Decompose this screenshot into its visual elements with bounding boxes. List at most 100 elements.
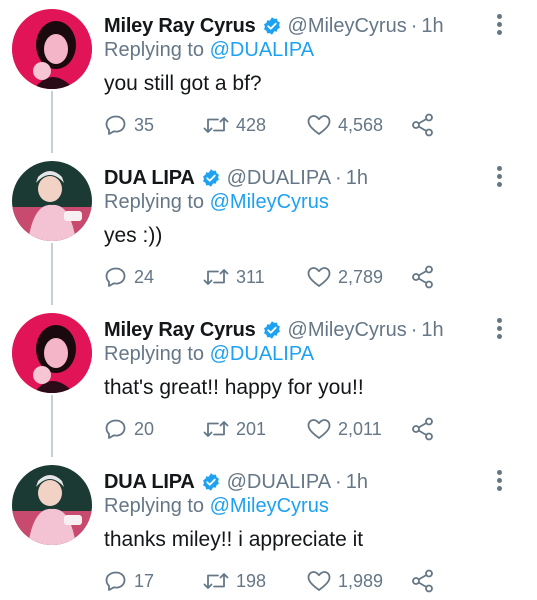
verified-badge-icon	[263, 321, 280, 339]
share-button[interactable]	[410, 264, 442, 290]
replying-to: Replying to @DUALIPA	[104, 343, 314, 366]
avatar[interactable]	[12, 465, 92, 545]
reply-count: 24	[134, 266, 155, 287]
reply-icon	[105, 419, 126, 439]
more-options-icon[interactable]	[493, 318, 505, 342]
heart-icon	[307, 571, 331, 591]
tweet-actions: 35 428 4,568	[104, 112, 464, 138]
like-count: 2,011	[338, 418, 382, 439]
reply-count: 17	[134, 570, 155, 591]
verified-badge-icon	[263, 17, 280, 35]
handle[interactable]: @MileyCyrus	[288, 15, 407, 38]
replying-prefix: Replying to	[104, 191, 205, 213]
timestamp[interactable]: 1h	[346, 471, 368, 494]
reply-button[interactable]: 24	[104, 264, 154, 290]
like-button[interactable]: 2,789	[306, 264, 383, 290]
replying-prefix: Replying to	[104, 495, 205, 517]
like-button[interactable]: 1,989	[306, 568, 383, 594]
like-count: 2,789	[338, 266, 384, 287]
replying-mention-link[interactable]: @DUALIPA	[210, 343, 314, 365]
replying-to: Replying to @DUALIPA	[104, 39, 314, 62]
verified-badge-icon	[202, 473, 219, 491]
heart-icon	[307, 267, 331, 287]
avatar[interactable]	[12, 313, 92, 393]
separator: ·	[410, 14, 418, 37]
retweet-icon	[203, 573, 229, 589]
replying-mention-link[interactable]: @DUALIPA	[210, 39, 314, 61]
avatar[interactable]	[12, 161, 92, 241]
tweet-actions: 20 201 2,011	[104, 416, 464, 442]
separator: ·	[335, 470, 342, 493]
tweet[interactable]: DUA LIPA @DUALIPA · 1h Replying to @Mile…	[0, 456, 537, 600]
miley-avatar-icon	[12, 9, 92, 89]
share-icon	[412, 569, 433, 593]
timestamp[interactable]: 1h	[421, 319, 443, 342]
heart-icon	[307, 419, 331, 439]
reply-button[interactable]: 17	[104, 568, 154, 594]
tweet[interactable]: Miley Ray Cyrus @MileyCyrus · 1h Replyin…	[0, 0, 537, 152]
separator: ·	[335, 166, 342, 189]
retweet-button[interactable]: 428	[202, 112, 266, 138]
replying-to: Replying to @MileyCyrus	[104, 495, 329, 518]
like-count: 1,989	[338, 570, 384, 591]
retweet-count: 428	[236, 114, 267, 135]
display-name[interactable]: DUA LIPA	[104, 167, 195, 190]
share-button[interactable]	[410, 568, 442, 594]
separator: ·	[410, 318, 418, 341]
share-icon	[412, 265, 433, 289]
retweet-count: 201	[236, 418, 267, 439]
like-button[interactable]: 2,011	[306, 416, 382, 442]
replying-mention-link[interactable]: @MileyCyrus	[210, 191, 329, 213]
tweet-text: that's great!! happy for you!!	[104, 376, 364, 399]
miley-avatar-icon	[12, 313, 92, 393]
retweet-icon	[203, 117, 229, 133]
share-button[interactable]	[410, 112, 442, 138]
display-name[interactable]: Miley Ray Cyrus	[104, 319, 256, 342]
timestamp[interactable]: 1h	[346, 167, 368, 190]
retweet-button[interactable]: 311	[202, 264, 265, 290]
display-name[interactable]: DUA LIPA	[104, 471, 195, 494]
replying-prefix: Replying to	[104, 39, 205, 61]
handle[interactable]: @DUALIPA	[227, 471, 331, 494]
reply-button[interactable]: 35	[104, 112, 154, 138]
handle[interactable]: @DUALIPA	[227, 167, 331, 190]
retweet-icon	[203, 269, 229, 285]
verified-badge-icon	[202, 169, 219, 187]
reply-icon	[105, 267, 126, 287]
more-options-icon[interactable]	[493, 166, 505, 190]
dua-avatar-icon	[12, 465, 92, 545]
share-icon	[412, 113, 433, 137]
heart-icon	[307, 115, 331, 135]
tweet-text: you still got a bf?	[104, 72, 262, 95]
reply-icon	[105, 115, 126, 135]
tweet-actions: 24 311 2,789	[104, 264, 464, 290]
retweet-button[interactable]: 201	[202, 416, 266, 442]
tweet-actions: 17 198 1,989	[104, 568, 464, 594]
reply-count: 35	[134, 114, 155, 135]
tweet[interactable]: DUA LIPA @DUALIPA · 1h Replying to @Mile…	[0, 152, 537, 304]
display-name[interactable]: Miley Ray Cyrus	[104, 15, 256, 38]
avatar[interactable]	[12, 9, 92, 89]
like-count: 4,568	[338, 114, 384, 135]
tweet[interactable]: Miley Ray Cyrus @MileyCyrus · 1h Replyin…	[0, 304, 537, 456]
handle[interactable]: @MileyCyrus	[288, 319, 407, 342]
reply-count: 20	[134, 418, 155, 439]
replying-to: Replying to @MileyCyrus	[104, 191, 329, 214]
timestamp[interactable]: 1h	[421, 15, 443, 38]
dua-avatar-icon	[12, 161, 92, 241]
retweet-icon	[203, 421, 229, 437]
more-options-icon[interactable]	[493, 470, 505, 494]
replying-prefix: Replying to	[104, 343, 205, 365]
reply-icon	[105, 571, 126, 591]
more-options-icon[interactable]	[493, 14, 505, 38]
like-button[interactable]: 4,568	[306, 112, 383, 138]
retweet-count: 311	[236, 266, 265, 287]
replying-mention-link[interactable]: @MileyCyrus	[210, 495, 329, 517]
share-icon	[412, 417, 433, 441]
reply-button[interactable]: 20	[104, 416, 154, 442]
retweet-count: 198	[236, 570, 267, 591]
retweet-button[interactable]: 198	[202, 568, 266, 594]
tweet-text: thanks miley!! i appreciate it	[104, 528, 364, 551]
share-button[interactable]	[410, 416, 442, 442]
tweet-text: yes :))	[104, 224, 163, 247]
